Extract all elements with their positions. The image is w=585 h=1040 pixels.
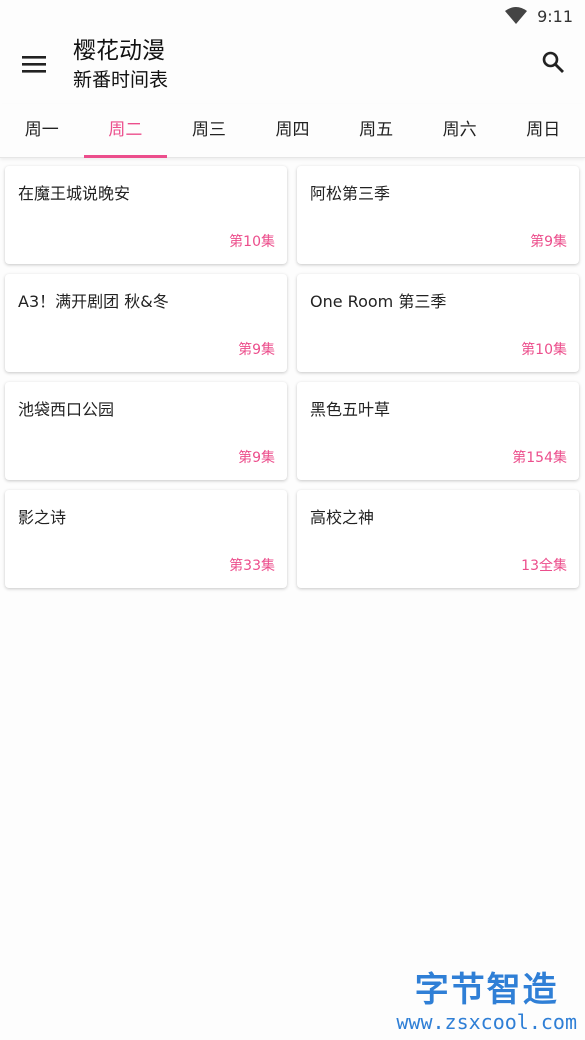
anime-title: 在魔王城说晚安 xyxy=(18,184,131,203)
anime-title: 高校之神 xyxy=(310,508,375,527)
wifi-icon xyxy=(505,7,528,25)
anime-grid: 在魔王城说晚安 第10集 阿松第三季 第9集 A3！满开剧团 秋&冬 第9集 O… xyxy=(5,166,580,588)
tab-thursday[interactable]: 周四 xyxy=(251,104,335,157)
anime-title: 池袋西口公园 xyxy=(18,400,115,419)
episode-label: 第9集 xyxy=(530,234,567,250)
watermark-url: www.zsxcool.com xyxy=(396,1010,577,1034)
anime-card[interactable]: One Room 第三季 第10集 xyxy=(297,274,579,372)
title-block: 樱花动漫 新番时间表 xyxy=(73,36,168,94)
episode-label: 第10集 xyxy=(521,342,567,358)
search-button[interactable] xyxy=(537,48,569,80)
anime-title: One Room 第三季 xyxy=(310,292,447,311)
anime-card[interactable]: 池袋西口公园 第9集 xyxy=(5,382,287,480)
anime-title: A3！满开剧团 秋&冬 xyxy=(18,292,169,311)
episode-label: 第154集 xyxy=(512,450,567,466)
weekday-tabs: 周一 周二 周三 周四 周五 周六 周日 xyxy=(0,104,585,158)
tab-tuesday[interactable]: 周二 xyxy=(83,104,168,158)
status-bar: 9:11 xyxy=(0,0,585,32)
tab-wednesday[interactable]: 周三 xyxy=(167,104,251,157)
episode-label: 第9集 xyxy=(238,342,275,358)
episode-label: 第9集 xyxy=(238,450,275,466)
anime-card[interactable]: 阿松第三季 第9集 xyxy=(297,166,579,264)
anime-card[interactable]: A3！满开剧团 秋&冬 第9集 xyxy=(5,274,287,372)
anime-card[interactable]: 在魔王城说晚安 第10集 xyxy=(5,166,287,264)
watermark-text: 字节智造 xyxy=(414,970,559,1010)
app-title: 樱花动漫 xyxy=(73,38,165,64)
episode-label: 第10集 xyxy=(229,234,275,250)
menu-button[interactable] xyxy=(18,50,50,82)
anime-title: 黑色五叶草 xyxy=(310,400,391,419)
app-bar: 樱花动漫 新番时间表 xyxy=(0,32,585,100)
page-subtitle: 新番时间表 xyxy=(73,69,169,91)
anime-card[interactable]: 高校之神 13全集 xyxy=(297,490,579,588)
tab-friday[interactable]: 周五 xyxy=(334,104,418,157)
anime-title: 阿松第三季 xyxy=(310,184,391,203)
tab-sunday[interactable]: 周日 xyxy=(501,104,585,157)
episode-label: 第33集 xyxy=(229,558,275,574)
anime-title: 影之诗 xyxy=(18,508,67,527)
status-time: 9:11 xyxy=(537,6,573,26)
anime-card[interactable]: 影之诗 第33集 xyxy=(5,490,287,588)
search-icon xyxy=(541,50,565,78)
tab-monday[interactable]: 周一 xyxy=(0,104,84,157)
watermark: 字节智造 www.zsxcool.com xyxy=(396,970,577,1034)
hamburger-icon xyxy=(22,54,46,78)
anime-card[interactable]: 黑色五叶草 第154集 xyxy=(297,382,579,480)
tab-saturday[interactable]: 周六 xyxy=(418,104,502,157)
episode-label: 13全集 xyxy=(521,558,567,574)
